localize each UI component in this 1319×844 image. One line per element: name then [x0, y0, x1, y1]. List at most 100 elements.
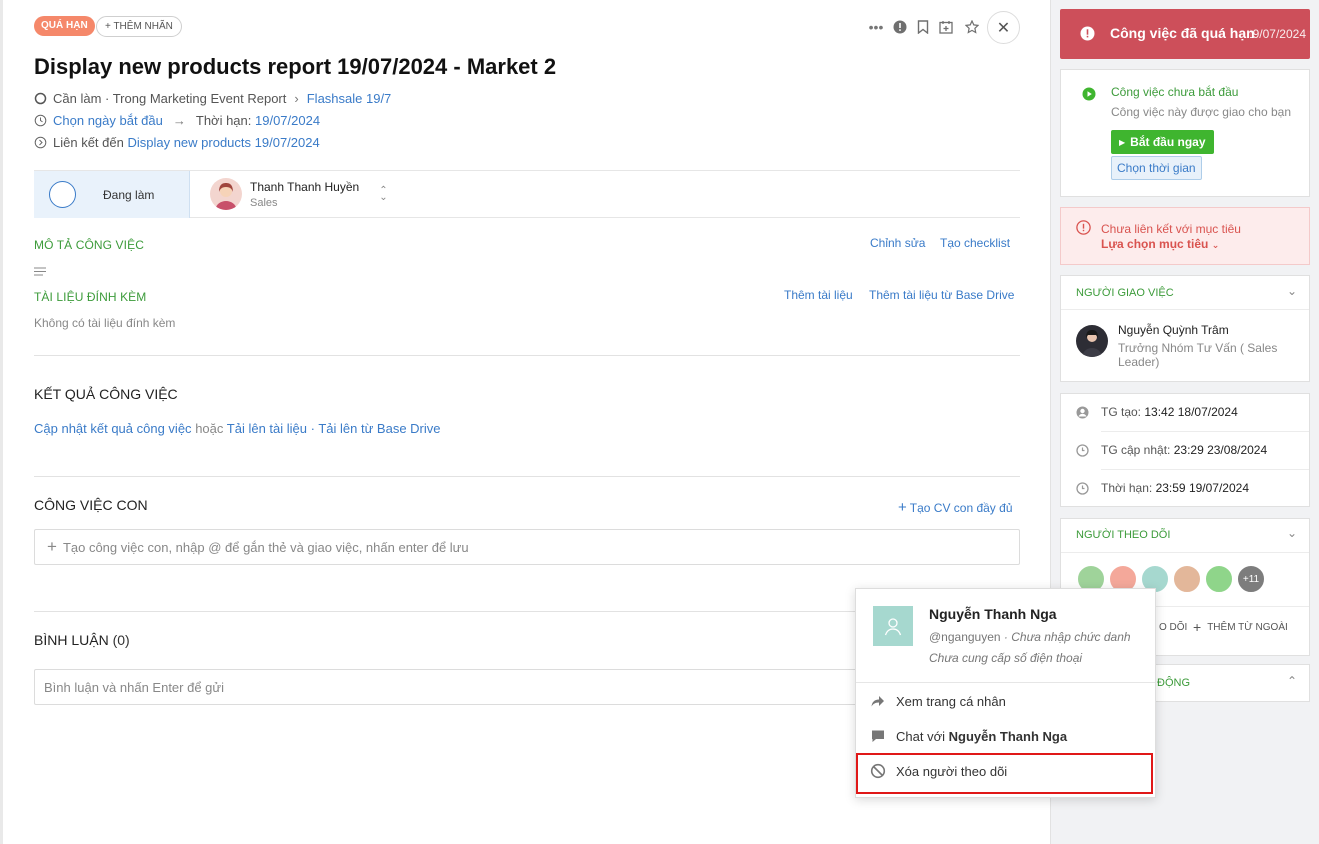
task-link-line: Liên kết đến Display new products 19/07/…: [34, 135, 320, 150]
select-goal-link[interactable]: Lựa chọn mục tiêu ⌄: [1101, 237, 1219, 251]
add-drive-attachment-link[interactable]: Thêm tài liệu từ Base Drive: [869, 288, 1014, 302]
assigner-card: NGƯỜI GIAO VIỆC ⌄ Nguyễn Quỳnh Trâm Trưở…: [1060, 275, 1310, 382]
choose-time-button[interactable]: Chọn thời gian: [1111, 156, 1202, 180]
share-arrow-icon: [871, 696, 884, 707]
breadcrumb-link[interactable]: Flashsale 19/7: [307, 91, 392, 106]
close-icon: ✕: [996, 19, 1011, 37]
close-button[interactable]: ✕: [987, 11, 1020, 44]
assigner-title: NGƯỜI GIAO VIỆC: [1076, 287, 1174, 299]
add-tag-button[interactable]: + THÊM NHÃN: [96, 16, 182, 37]
status-circle[interactable]: [49, 181, 76, 208]
upload-file-link[interactable]: Tải lên tài liệu: [227, 421, 307, 436]
deadline-time-row: Thời hạn: 23:59 19/07/2024: [1076, 481, 1249, 495]
upload-drive-link[interactable]: Tải lên từ Base Drive: [318, 421, 440, 436]
link-circle-icon: [34, 136, 47, 149]
calendar-add-icon[interactable]: [937, 16, 955, 38]
status-assignee-row: Đang làm Thanh Thanh Huyền Sales ⌃ ⌄: [34, 170, 1020, 218]
assignee-name: Thanh Thanh Huyền: [250, 179, 360, 194]
popup-phone-missing: Chưa cung cấp số điện thoại: [929, 651, 1083, 665]
plus-icon: +: [898, 499, 907, 516]
clock-icon: [34, 114, 47, 127]
divider: [1101, 469, 1309, 470]
chevron-down-icon[interactable]: ⌄: [1287, 284, 1297, 298]
popup-user-handle: @nganguyen: [929, 630, 1001, 644]
divider: [34, 355, 1020, 356]
task-status-line: Cần làm · Trong Marketing Event Report ›…: [34, 91, 391, 106]
attachments-title: TÀI LIỆU ĐÍNH KÈM: [34, 290, 147, 304]
created-label: TG tạo:: [1101, 405, 1142, 419]
start-now-button[interactable]: ▶ Bắt đầu ngay: [1111, 130, 1214, 154]
bookmark-icon[interactable]: [914, 16, 932, 38]
followers-title: NGƯỜI THEO DÕI: [1076, 529, 1171, 541]
plus-icon: +: [1193, 619, 1202, 635]
chat-item[interactable]: Chat với Nguyễn Thanh Nga: [870, 728, 1067, 744]
task-dates-line: Chọn ngày bắt đầu → Thời hạn: 19/07/2024: [34, 113, 320, 128]
assigner-role: Trưởng Nhóm Tư Vấn ( Sales Leader): [1118, 341, 1278, 369]
add-external-button[interactable]: + THÊM TỪ NGOÀI: [1193, 619, 1288, 635]
result-title: KẾT QUẢ CÔNG VIỆC: [34, 386, 178, 402]
assigner-name: Nguyễn Quỳnh Trâm: [1118, 323, 1229, 337]
created-time-row: TG tạo: 13:42 18/07/2024: [1076, 405, 1238, 419]
activity-title: ĐỘNG: [1157, 677, 1190, 689]
create-full-subtask-link[interactable]: + Tạo CV con đầy đủ: [898, 499, 1013, 516]
assignee-selector[interactable]: Thanh Thanh Huyền Sales ⌃ ⌄: [210, 178, 388, 210]
user-circle-icon: [1076, 406, 1089, 418]
popup-user-handle-line: @nganguyen · Chưa nhập chức danh: [929, 630, 1131, 644]
comment-placeholder: Bình luận và nhấn Enter để gửi: [44, 679, 224, 695]
overdue-banner: Công việc đã quá hạn 19/07/2024: [1060, 9, 1310, 59]
create-full-subtask-label: Tạo CV con đầy đủ: [909, 501, 1013, 515]
overdue-tag: QUÁ HẠN: [34, 16, 95, 36]
linked-task-link[interactable]: Display new products 19/07/2024: [127, 135, 319, 150]
chevron-up-icon[interactable]: ⌃: [1287, 674, 1297, 688]
alert-icon[interactable]: [891, 16, 909, 38]
more-icon[interactable]: •••: [867, 16, 885, 38]
deadline-value[interactable]: 19/07/2024: [255, 113, 320, 128]
comments-count: (0): [112, 632, 130, 648]
linked-label: Liên kết đến: [53, 135, 124, 150]
task-title: Display new products report 19/07/2024 -…: [34, 54, 557, 79]
comments-title: BÌNH LUẬN (0): [34, 632, 130, 648]
updated-value: 23:29 23/08/2024: [1173, 443, 1268, 457]
goal-warning-card: Chưa liên kết với mục tiêu Lựa chọn mục …: [1060, 207, 1310, 265]
chat-name: Nguyễn Thanh Nga: [948, 728, 1068, 744]
create-checklist-link[interactable]: Tạo checklist: [940, 236, 1010, 250]
subtask-placeholder: Tạo công việc con, nhập @ để gắn thẻ và …: [62, 539, 469, 555]
not-started-title: Công việc chưa bắt đầu: [1111, 85, 1239, 99]
deadline-value: 23:59 19/07/2024: [1155, 481, 1249, 495]
not-started-card: Công việc chưa bắt đầu Công việc này đượ…: [1060, 69, 1310, 197]
chat-prefix: Chat với: [896, 728, 945, 744]
text-lines-icon: [34, 267, 46, 276]
popup-user-name: Nguyễn Thanh Nga: [929, 606, 1057, 622]
divider: [1061, 552, 1309, 553]
divider: [34, 476, 1020, 477]
divider: [1061, 309, 1309, 310]
update-result-link[interactable]: Cập nhật kết quả công việc: [34, 421, 192, 436]
view-profile-item[interactable]: Xem trang cá nhân: [870, 693, 1006, 709]
status-toggle[interactable]: Đang làm: [34, 171, 190, 218]
subtask-input[interactable]: + Tạo công việc con, nhập @ để gắn thẻ v…: [34, 529, 1020, 565]
chevron-updown-icon[interactable]: ⌃ ⌄: [379, 186, 387, 203]
subtasks-title: CÔNG VIỆC CON: [34, 497, 148, 513]
start-date-link[interactable]: Chọn ngày bắt đầu: [53, 113, 163, 128]
clock-icon: [1076, 481, 1089, 495]
status-label: Đang làm: [103, 187, 155, 202]
assignee-role: Sales: [250, 196, 278, 209]
follower-avatar[interactable]: [1172, 564, 1202, 594]
chevron-down-icon: ⌄: [1211, 240, 1220, 250]
star-icon[interactable]: [963, 16, 981, 38]
result-actions: Cập nhật kết quả công việc hoặc Tải lên …: [34, 421, 441, 436]
more-followers-badge[interactable]: +11: [1236, 564, 1266, 594]
edit-description-link[interactable]: Chỉnh sửa: [870, 236, 925, 250]
add-attachment-link[interactable]: Thêm tài liệu: [784, 288, 853, 302]
follower-avatar[interactable]: [1204, 564, 1234, 594]
not-started-desc: Công việc này được giao cho bạn: [1111, 105, 1292, 119]
dot-separator: ·: [310, 421, 315, 436]
overdue-banner-date: 19/07/2024: [1250, 27, 1306, 41]
divider: [856, 682, 1155, 683]
chevron-down-icon[interactable]: ⌄: [1287, 526, 1297, 540]
description-title: MÔ TẢ CÔNG VIỆC: [34, 238, 144, 252]
follow-button[interactable]: O DÕI: [1159, 622, 1187, 633]
user-avatar-icon: [873, 606, 913, 646]
status-text: Cần làm · Trong Marketing Event Report: [53, 91, 287, 106]
updated-time-row: TG cập nhật: 23:29 23/08/2024: [1076, 443, 1267, 457]
